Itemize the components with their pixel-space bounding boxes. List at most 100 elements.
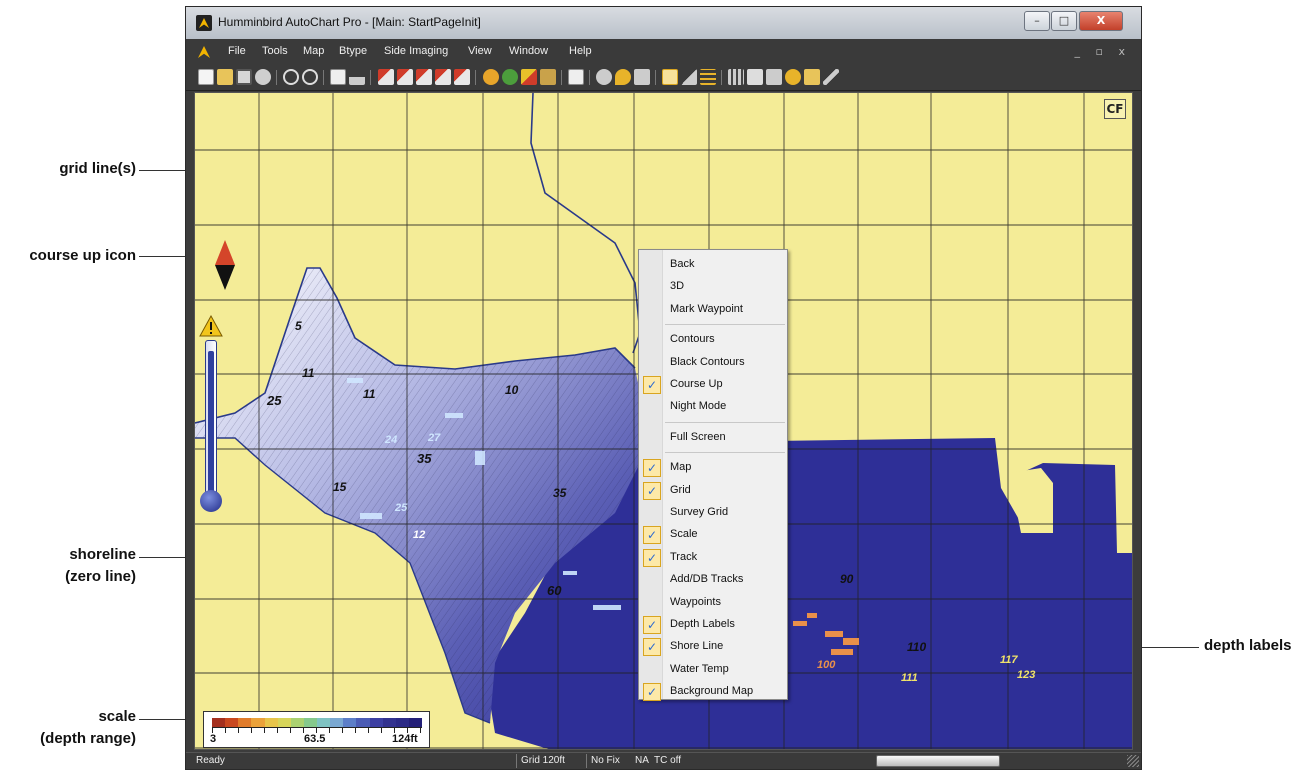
- vehicle-icon[interactable]: [634, 69, 650, 85]
- app-logo-icon: [196, 15, 212, 31]
- toolbar-separator: [370, 70, 371, 85]
- mdi-window-controls[interactable]: _ ▫ x: [1075, 45, 1131, 58]
- grid-icon[interactable]: [728, 69, 744, 85]
- status-na: NA: [635, 755, 649, 766]
- track-tool-1-icon[interactable]: [378, 69, 394, 85]
- track-tool-5-icon[interactable]: [454, 69, 470, 85]
- scale-mid-label: 63.5: [304, 733, 326, 745]
- status-divider: [516, 754, 517, 768]
- depth-label: 24: [384, 434, 397, 446]
- depth-color-swatch: [225, 718, 239, 727]
- resize-grip-icon[interactable]: [1127, 755, 1139, 767]
- depth-color-swatch: [238, 718, 252, 727]
- context-menu-item-label: Map: [670, 461, 692, 474]
- context-menu-item-3d[interactable]: 3D: [639, 276, 787, 298]
- track-tool-3-icon[interactable]: [416, 69, 432, 85]
- page-icon[interactable]: [330, 69, 346, 85]
- save-icon[interactable]: [236, 69, 252, 85]
- context-menu-item-shore-line[interactable]: ✓ Shore Line: [639, 636, 787, 658]
- context-menu-item-label: Scale: [670, 528, 698, 541]
- checkmark-icon: ✓: [643, 683, 661, 702]
- layer-4-icon[interactable]: [540, 69, 556, 85]
- course-up-icon[interactable]: [215, 240, 235, 290]
- depth-label: 5: [295, 319, 302, 333]
- checkmark-icon: ✓: [643, 526, 661, 545]
- lines-icon[interactable]: [700, 69, 716, 85]
- context-menu-item-water-temp[interactable]: Water Temp: [639, 659, 787, 681]
- minimize-button[interactable]: –: [1024, 11, 1050, 31]
- zoom-in-icon[interactable]: [283, 69, 299, 85]
- depth-label: 11: [363, 387, 376, 401]
- menu-btype[interactable]: Btype: [339, 45, 367, 57]
- depth-slider-handle[interactable]: [200, 490, 222, 512]
- context-menu-item-scale[interactable]: ✓ Scale: [639, 524, 787, 546]
- context-menu-item-depth-labels[interactable]: ✓ Depth Labels: [639, 614, 787, 636]
- title-bar[interactable]: Humminbird AutoChart Pro - [Main: StartP…: [186, 7, 1141, 39]
- gear-icon[interactable]: [596, 69, 612, 85]
- layer-3-icon[interactable]: [521, 69, 537, 85]
- depth-color-swatch: [317, 718, 331, 727]
- export-icon[interactable]: [804, 69, 820, 85]
- close-button[interactable]: X: [1079, 11, 1123, 31]
- print-icon[interactable]: [766, 69, 782, 85]
- context-menu-item-track[interactable]: ✓ Track: [639, 547, 787, 569]
- zoom-out-icon[interactable]: [302, 69, 318, 85]
- toolbar-separator: [655, 70, 656, 85]
- open-folder-icon[interactable]: [217, 69, 233, 85]
- checkmark-icon: ✓: [643, 616, 661, 634]
- context-menu-item-black-contours[interactable]: Black Contours: [639, 352, 787, 374]
- context-menu-item-full-screen[interactable]: Full Screen: [639, 427, 787, 449]
- layer-2-icon[interactable]: [502, 69, 518, 85]
- layer-1-icon[interactable]: [483, 69, 499, 85]
- context-menu-item-label: Depth Labels: [670, 618, 735, 630]
- callout-zero-line: (zero line): [65, 568, 136, 585]
- context-menu-item-add-db-tracks[interactable]: Add/DB Tracks: [639, 569, 787, 591]
- context-menu-item-night-mode[interactable]: Night Mode: [639, 396, 787, 418]
- context-menu-item-label: Background Map: [670, 685, 754, 698]
- context-menu-item-waypoints[interactable]: Waypoints: [639, 592, 787, 614]
- context-menu-item-mark-waypoint[interactable]: Mark Waypoint: [639, 299, 787, 321]
- context-menu-item-label: Contours: [670, 333, 715, 346]
- menu-side-imaging[interactable]: Side Imaging: [384, 45, 448, 57]
- context-menu-item-course-up[interactable]: ✓ Course Up: [639, 374, 787, 396]
- context-menu-item-background-map[interactable]: ✓ Background Map: [639, 681, 787, 703]
- menu-app-icon[interactable]: [196, 44, 212, 60]
- track-tool-2-icon[interactable]: [397, 69, 413, 85]
- active-document-icon[interactable]: [662, 69, 678, 85]
- depth-label: 60: [547, 583, 562, 598]
- status-divider: [586, 754, 587, 768]
- marker-icon[interactable]: [615, 69, 631, 85]
- warning-icon[interactable]: [199, 315, 223, 337]
- menu-window[interactable]: Window: [509, 45, 548, 57]
- toolbar: [186, 65, 1141, 91]
- context-menu-item-grid[interactable]: ✓ Grid: [639, 480, 787, 502]
- track-tool-4-icon[interactable]: [435, 69, 451, 85]
- menu-map[interactable]: Map: [303, 45, 324, 57]
- new-file-icon[interactable]: [198, 69, 214, 85]
- chart-icon[interactable]: [349, 69, 365, 85]
- maximize-button[interactable]: □: [1051, 11, 1077, 31]
- menu-view[interactable]: View: [468, 45, 492, 57]
- document-icon[interactable]: [568, 69, 584, 85]
- menu-tools[interactable]: Tools: [262, 45, 288, 57]
- depth-color-swatch: [408, 718, 422, 727]
- context-menu-item-survey-grid[interactable]: Survey Grid: [639, 502, 787, 524]
- profile-icon[interactable]: [681, 69, 697, 85]
- undo-icon[interactable]: [785, 69, 801, 85]
- context-menu-item-contours[interactable]: Contours: [639, 329, 787, 351]
- toolbar-separator: [475, 70, 476, 85]
- menu-file[interactable]: File: [228, 45, 246, 57]
- pencil-icon[interactable]: [823, 69, 839, 85]
- status-fix: No Fix: [591, 755, 620, 766]
- settings-icon[interactable]: [255, 69, 271, 85]
- figure: grid line(s) course up icon shoreline (z…: [0, 0, 1313, 774]
- context-menu-item-label: Shore Line: [670, 640, 724, 653]
- context-menu-separator: [665, 452, 785, 454]
- menu-help[interactable]: Help: [569, 45, 592, 57]
- status-progress-bar: [876, 755, 1000, 767]
- context-menu-item-back[interactable]: Back: [639, 254, 787, 276]
- depth-label: 110: [907, 640, 926, 654]
- context-menu-item-map[interactable]: ✓ Map: [639, 457, 787, 479]
- chart-settings-icon[interactable]: CF: [1104, 99, 1126, 119]
- home-icon[interactable]: [747, 69, 763, 85]
